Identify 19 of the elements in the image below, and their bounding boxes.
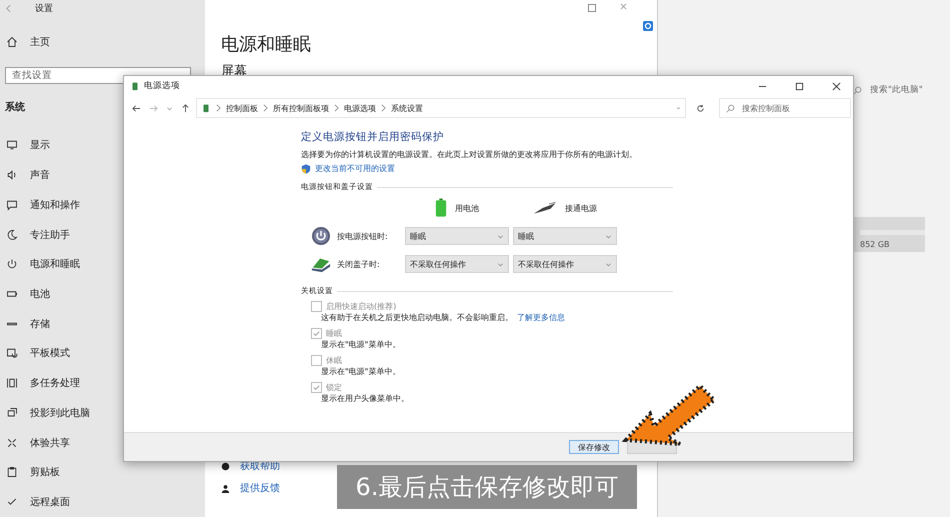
option-label: 启用快速启动(推荐) bbox=[326, 301, 396, 312]
window-title: 设置 bbox=[35, 2, 53, 16]
disk-capacity: 852 GB bbox=[860, 240, 890, 249]
option-description: 显示在用户头像菜单中。 bbox=[321, 393, 409, 404]
row-label: 按电源按钮时: bbox=[337, 230, 389, 242]
description-text: 选择要为你的计算机设置的电源设置。在此页上对设置所做的更改将应用于你所有的电源计划。 bbox=[301, 149, 638, 160]
row-label: 关闭盖子时: bbox=[337, 258, 381, 270]
column-heading: 接通电源 bbox=[565, 202, 597, 214]
page-title: 电源和睡眠 bbox=[221, 33, 312, 56]
option-description: 这有助于在关机之后更快地启动电脑。不会影响重启。 bbox=[321, 312, 513, 323]
option-label: 锁定 bbox=[326, 382, 342, 393]
option-description: 显示在"电源"菜单中。 bbox=[321, 339, 400, 350]
option-label: 睡眠 bbox=[326, 328, 342, 339]
page-heading: 定义电源按钮并启用密码保护 bbox=[301, 130, 445, 144]
option-description: 显示在"电源"菜单中。 bbox=[321, 366, 400, 377]
option-label: 休眠 bbox=[326, 355, 342, 366]
column-heading: 用电池 bbox=[455, 202, 479, 214]
tutorial-caption: 6.最后点击保存修改即可 bbox=[337, 465, 637, 509]
section-heading: 系统 bbox=[5, 100, 25, 114]
